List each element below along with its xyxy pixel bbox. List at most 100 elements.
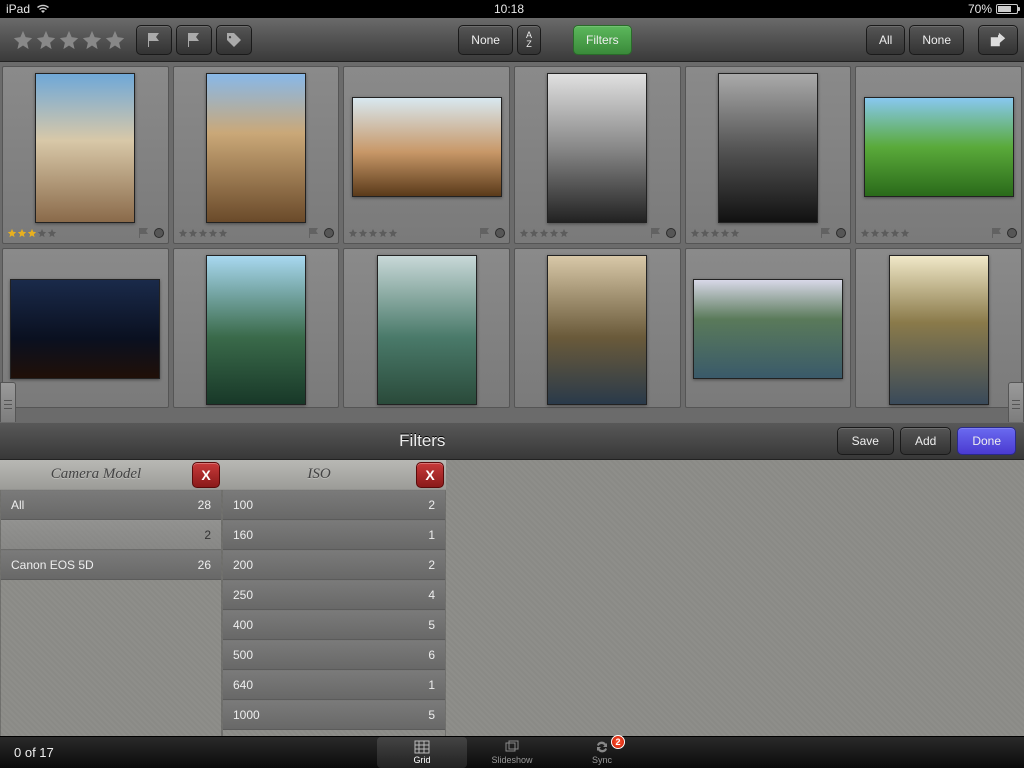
photo-thumbnail[interactable] bbox=[377, 255, 477, 405]
filter-row[interactable]: 5006 bbox=[223, 640, 445, 670]
star-icon bbox=[17, 228, 27, 238]
tab-grid[interactable]: Grid bbox=[377, 737, 467, 768]
tabbar: 0 of 17 Grid Slideshow 2 Sync bbox=[0, 736, 1024, 768]
filter-row-count: 2 bbox=[204, 528, 211, 542]
filter-row-name: 500 bbox=[233, 648, 253, 662]
share-button[interactable] bbox=[978, 25, 1018, 55]
filter-close-camera[interactable]: X bbox=[192, 462, 220, 488]
filters-button[interactable]: Filters bbox=[573, 25, 632, 55]
filter-row[interactable]: 1601 bbox=[223, 520, 445, 550]
grid-cell[interactable] bbox=[855, 66, 1022, 244]
tab-sync-label: Sync bbox=[592, 755, 612, 765]
filters-panel: Filters Save Add Done Camera Model X All… bbox=[0, 422, 1024, 736]
photo-thumbnail[interactable] bbox=[889, 255, 989, 405]
star-icon[interactable] bbox=[35, 29, 57, 51]
rating-control[interactable] bbox=[6, 29, 132, 51]
star-icon bbox=[529, 228, 539, 238]
photo-thumbnail[interactable] bbox=[718, 73, 818, 223]
filter-row[interactable]: Canon EOS 5D26 bbox=[1, 550, 221, 580]
star-icon bbox=[690, 228, 700, 238]
star-icon[interactable] bbox=[81, 29, 103, 51]
photo-thumbnail[interactable] bbox=[547, 255, 647, 405]
photo-thumbnail[interactable] bbox=[864, 97, 1014, 197]
star-icon bbox=[700, 228, 710, 238]
star-icon[interactable] bbox=[104, 29, 126, 51]
star-icon bbox=[348, 228, 358, 238]
filter-row-name: 640 bbox=[233, 678, 253, 692]
grid-cell[interactable] bbox=[173, 248, 340, 408]
flag-icon bbox=[991, 228, 1003, 238]
left-panel-handle[interactable] bbox=[0, 382, 16, 422]
right-panel-handle[interactable] bbox=[1008, 382, 1024, 422]
flag-reject-button[interactable] bbox=[176, 25, 212, 55]
filter-row[interactable]: 2002 bbox=[223, 550, 445, 580]
filter-row[interactable]: 1002 bbox=[223, 490, 445, 520]
star-icon bbox=[37, 228, 47, 238]
filter-row-count: 4 bbox=[428, 588, 435, 602]
star-icon bbox=[358, 228, 368, 238]
photo-thumbnail[interactable] bbox=[206, 255, 306, 405]
star-icon bbox=[378, 228, 388, 238]
filter-heading-camera: Camera Model bbox=[0, 466, 192, 483]
select-all-button[interactable]: All bbox=[866, 25, 905, 55]
star-icon bbox=[559, 228, 569, 238]
grid-cell[interactable] bbox=[2, 66, 169, 244]
filter-row-count: 28 bbox=[198, 498, 211, 512]
filter-row[interactable]: 10005 bbox=[223, 700, 445, 730]
filter-row-name: 200 bbox=[233, 558, 253, 572]
filter-close-iso[interactable]: X bbox=[416, 462, 444, 488]
photo-thumbnail[interactable] bbox=[35, 73, 135, 223]
star-icon bbox=[730, 228, 740, 238]
filter-row[interactable]: 2504 bbox=[223, 580, 445, 610]
sort-none-button[interactable]: None bbox=[458, 25, 513, 55]
filter-row-name: 100 bbox=[233, 498, 253, 512]
tag-button[interactable] bbox=[216, 25, 252, 55]
flag-icon bbox=[820, 228, 832, 238]
star-icon bbox=[900, 228, 910, 238]
grid-cell[interactable] bbox=[855, 248, 1022, 408]
tab-slideshow[interactable]: Slideshow bbox=[467, 737, 557, 768]
filter-row-count: 1 bbox=[428, 528, 435, 542]
star-icon[interactable] bbox=[12, 29, 34, 51]
star-icon bbox=[178, 228, 188, 238]
grid-cell[interactable] bbox=[343, 248, 510, 408]
filter-row[interactable]: All28 bbox=[1, 490, 221, 520]
filter-row-count: 5 bbox=[428, 618, 435, 632]
photo-thumbnail[interactable] bbox=[547, 73, 647, 223]
tab-sync[interactable]: 2 Sync bbox=[557, 737, 647, 768]
grid-cell[interactable] bbox=[173, 66, 340, 244]
grid-cell[interactable] bbox=[514, 248, 681, 408]
grid-cell[interactable] bbox=[2, 248, 169, 408]
photo-thumbnail[interactable] bbox=[10, 279, 160, 379]
photo-thumbnail[interactable] bbox=[352, 97, 502, 197]
filter-row-name: Canon EOS 5D bbox=[11, 558, 94, 572]
grid-icon bbox=[414, 740, 430, 754]
wifi-icon bbox=[36, 4, 50, 14]
flag-pick-button[interactable] bbox=[136, 25, 172, 55]
photo-thumbnail[interactable] bbox=[206, 73, 306, 223]
filters-add-button[interactable]: Add bbox=[900, 427, 951, 455]
filter-row[interactable]: 2 bbox=[1, 520, 221, 550]
grid-cell[interactable] bbox=[685, 248, 852, 408]
star-icon bbox=[890, 228, 900, 238]
filter-row-count: 2 bbox=[428, 558, 435, 572]
grid-cell[interactable] bbox=[685, 66, 852, 244]
filters-done-button[interactable]: Done bbox=[957, 427, 1016, 455]
star-icon bbox=[27, 228, 37, 238]
photo-grid bbox=[0, 62, 1024, 422]
star-icon[interactable] bbox=[58, 29, 80, 51]
filter-heading-iso: ISO bbox=[222, 466, 416, 483]
star-icon bbox=[720, 228, 730, 238]
filter-row[interactable]: 6401 bbox=[223, 670, 445, 700]
select-none-button[interactable]: None bbox=[909, 25, 964, 55]
grid-cell[interactable] bbox=[514, 66, 681, 244]
star-icon bbox=[188, 228, 198, 238]
sort-az-button[interactable]: AZ bbox=[517, 25, 541, 55]
filters-save-button[interactable]: Save bbox=[837, 427, 894, 455]
color-label-dot bbox=[1007, 228, 1017, 238]
filter-row[interactable]: 4005 bbox=[223, 610, 445, 640]
grid-cell[interactable] bbox=[343, 66, 510, 244]
photo-thumbnail[interactable] bbox=[693, 279, 843, 379]
selection-counter: 0 of 17 bbox=[0, 745, 68, 760]
star-icon bbox=[388, 228, 398, 238]
